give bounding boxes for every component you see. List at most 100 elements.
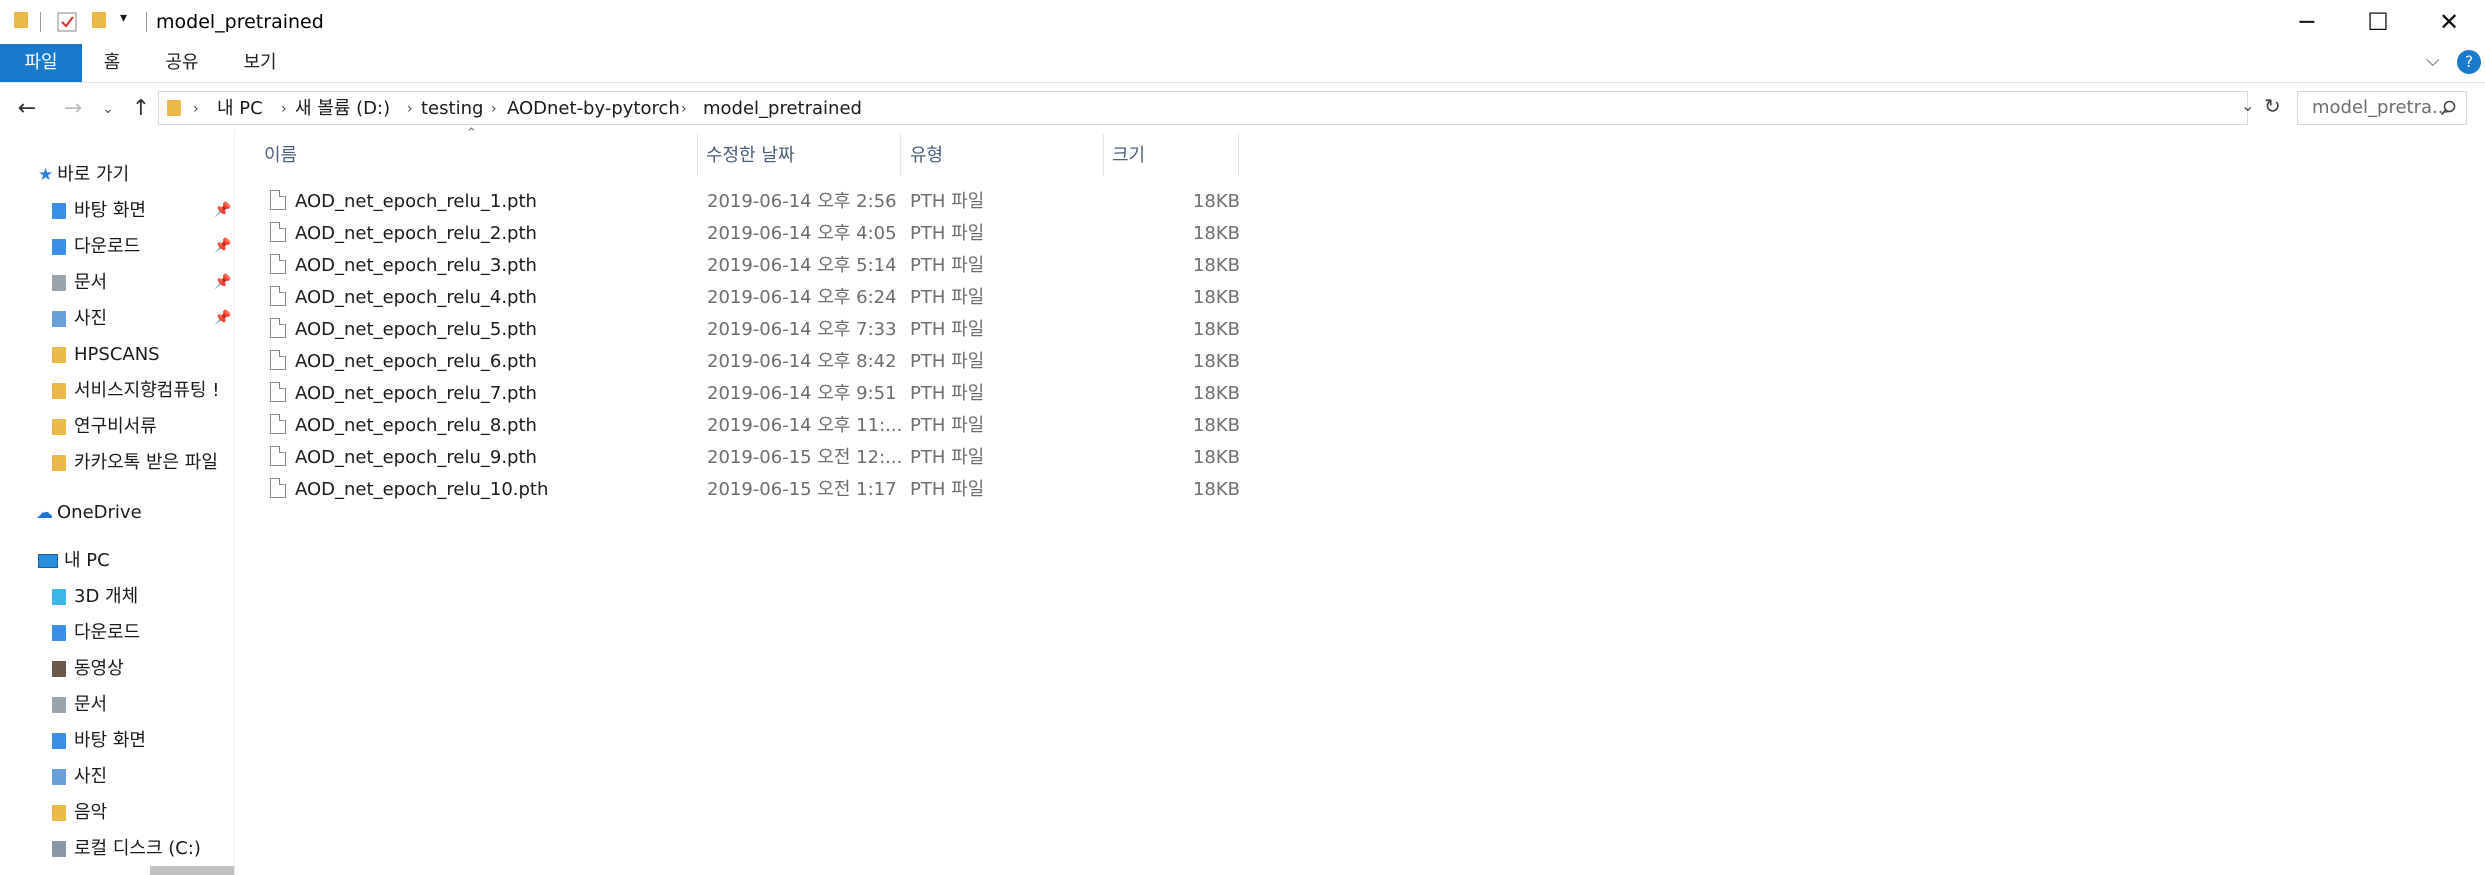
file-row[interactable]: AOD_net_epoch_relu_7.pth 2019-06-14 오후 9:… xyxy=(260,378,1240,410)
folder-icon xyxy=(52,625,66,641)
sidebar-item-pc[interactable]: 다운로드 xyxy=(52,616,140,650)
sidebar-scrollbar[interactable] xyxy=(150,866,234,875)
back-button[interactable]: ← xyxy=(12,88,42,130)
search-box[interactable]: model_pretra... xyxy=(2297,91,2467,125)
breadcrumb-this-pc[interactable]: 내 PC xyxy=(217,92,263,126)
tab-file[interactable]: 파일 xyxy=(0,44,82,82)
sidebar-item-quick[interactable]: 바탕 화면 xyxy=(52,194,146,228)
sidebar-item-pc[interactable]: 문서 xyxy=(52,688,107,722)
maximize-button[interactable]: ☐ xyxy=(2343,0,2413,44)
properties-icon[interactable] xyxy=(57,12,77,32)
address-history-icon[interactable]: ⌄ xyxy=(2241,96,2254,115)
breadcrumb-separator[interactable]: › xyxy=(407,92,413,126)
file-row[interactable]: AOD_net_epoch_relu_10.pth 2019-06-15 오전 1… xyxy=(260,474,1240,506)
recent-locations-icon[interactable]: ⌄ xyxy=(98,88,118,130)
sidebar-item-pc[interactable]: 바탕 화면 xyxy=(52,724,146,758)
sidebar-item-pc[interactable]: 3D 개체 xyxy=(52,580,138,614)
sidebar-item-quick[interactable]: 카카오톡 받은 파일 xyxy=(52,446,218,480)
file-row[interactable]: AOD_net_epoch_relu_2.pth 2019-06-14 오후 4:… xyxy=(260,218,1240,250)
column-header-name[interactable]: 이름 xyxy=(264,142,297,170)
address-bar[interactable]: › 내 PC › 새 볼륨 (D:) › testing › AODnet-by… xyxy=(158,91,2254,126)
star-icon: ★ xyxy=(38,165,54,185)
sidebar-item-quick-access[interactable]: ★ 바로 가기 xyxy=(38,158,129,192)
pin-icon[interactable]: 📌 xyxy=(214,202,231,218)
file-size: 18KB xyxy=(1192,351,1240,372)
pane-divider[interactable] xyxy=(234,130,235,875)
sidebar-item-pc[interactable]: 음악 xyxy=(52,796,107,830)
pin-icon[interactable]: 📌 xyxy=(214,274,231,290)
computer-icon xyxy=(38,554,58,568)
column-separator[interactable] xyxy=(1238,134,1239,176)
tab-share[interactable]: 공유 xyxy=(152,44,212,82)
breadcrumb-separator[interactable]: › xyxy=(193,92,199,126)
folder-icon xyxy=(52,383,66,399)
sidebar-item-pc[interactable]: 로컬 디스크 (C:) xyxy=(52,832,201,866)
sidebar-item-quick[interactable]: 서비스지향컴퓨팅 ! xyxy=(52,374,219,408)
file-row[interactable]: AOD_net_epoch_relu_9.pth 2019-06-15 오전 12… xyxy=(260,442,1240,474)
breadcrumb-separator[interactable]: › xyxy=(681,92,687,126)
sidebar-item-pc[interactable]: 사진 xyxy=(52,760,107,794)
sidebar-item-quick[interactable]: HPSCANS xyxy=(52,338,160,372)
column-header-type[interactable]: 유형 xyxy=(910,142,943,170)
breadcrumb-separator[interactable]: › xyxy=(281,92,287,126)
folder-icon xyxy=(52,589,66,605)
expand-ribbon-icon[interactable]: ⌵ xyxy=(2426,50,2440,71)
folder-icon xyxy=(52,733,66,749)
folder-icon xyxy=(52,203,66,219)
pin-icon[interactable]: 📌 xyxy=(214,310,231,326)
help-icon[interactable]: ? xyxy=(2457,50,2481,74)
new-folder-icon[interactable] xyxy=(92,12,106,28)
file-row[interactable]: AOD_net_epoch_relu_8.pth 2019-06-14 오후 11… xyxy=(260,410,1240,442)
sidebar-item-onedrive[interactable]: ☁ OneDrive xyxy=(36,496,142,530)
breadcrumb-aodnet[interactable]: AODnet-by-pytorch xyxy=(507,92,680,126)
tab-view[interactable]: 보기 xyxy=(230,44,290,82)
file-icon xyxy=(270,286,286,306)
breadcrumb-testing[interactable]: testing xyxy=(421,92,483,126)
column-header-date[interactable]: 수정한 날짜 xyxy=(706,142,795,170)
file-type: PTH 파일 xyxy=(910,415,985,436)
navigation-pane: ★ 바로 가기 바탕 화면 📌 다운로드 📌 문서 📌 사진 📌 HPSCANS 서비스지향컴퓨팅 … xyxy=(0,150,234,875)
navigation-bar: ← → ⌄ ↑ › 내 PC › 새 볼륨 (D:) › testing › A… xyxy=(0,88,2485,130)
pin-icon[interactable]: 📌 xyxy=(214,238,231,254)
file-name: AOD_net_epoch_relu_2.pth xyxy=(295,223,537,244)
forward-button[interactable]: → xyxy=(58,88,88,130)
sidebar-item-this-pc[interactable]: 내 PC xyxy=(38,544,110,578)
file-row[interactable]: AOD_net_epoch_relu_1.pth 2019-06-14 오후 2:… xyxy=(260,186,1240,218)
file-size: 18KB xyxy=(1192,287,1240,308)
minimize-button[interactable]: ─ xyxy=(2272,0,2342,44)
window-title: model_pretrained xyxy=(156,11,324,33)
search-icon[interactable] xyxy=(2440,100,2456,116)
close-button[interactable]: ✕ xyxy=(2414,0,2484,44)
sidebar-item-pc[interactable]: 동영상 xyxy=(52,652,124,686)
file-row[interactable]: AOD_net_epoch_relu_6.pth 2019-06-14 오후 8:… xyxy=(260,346,1240,378)
folder-icon xyxy=(14,12,28,28)
search-input[interactable]: model_pretra... xyxy=(2312,92,2449,124)
column-separator[interactable] xyxy=(900,134,901,176)
file-icon xyxy=(270,222,286,242)
folder-icon xyxy=(52,805,66,821)
file-type: PTH 파일 xyxy=(910,287,985,308)
sidebar-item-quick[interactable]: 연구비서류 xyxy=(52,410,157,444)
column-separator[interactable] xyxy=(1103,134,1104,176)
file-size: 18KB xyxy=(1192,191,1240,212)
sidebar-item-quick[interactable]: 다운로드 xyxy=(52,230,140,264)
breadcrumb-volume-d[interactable]: 새 볼륨 (D:) xyxy=(295,92,390,126)
column-separator[interactable] xyxy=(697,134,698,176)
quick-access-dropdown-icon[interactable]: ▾ xyxy=(120,10,127,26)
breadcrumb-model-pretrained[interactable]: model_pretrained xyxy=(703,92,862,126)
up-button[interactable]: ↑ xyxy=(126,88,156,130)
column-header-size[interactable]: 크기 xyxy=(1112,142,1145,170)
folder-icon xyxy=(52,311,66,327)
breadcrumb-separator[interactable]: › xyxy=(491,92,497,126)
folder-icon xyxy=(52,239,66,255)
sidebar-item-quick[interactable]: 문서 xyxy=(52,266,107,300)
file-row[interactable]: AOD_net_epoch_relu_3.pth 2019-06-14 오후 5:… xyxy=(260,250,1240,282)
file-row[interactable]: AOD_net_epoch_relu_4.pth 2019-06-14 오후 6:… xyxy=(260,282,1240,314)
sidebar-item-label: 로컬 디스크 (C:) xyxy=(74,838,201,859)
sidebar-item-quick[interactable]: 사진 xyxy=(52,302,107,336)
tab-home[interactable]: 홈 xyxy=(92,44,132,82)
sidebar-item-label: 다운로드 xyxy=(74,622,141,643)
folder-icon xyxy=(52,275,66,291)
file-row[interactable]: AOD_net_epoch_relu_5.pth 2019-06-14 오후 7:… xyxy=(260,314,1240,346)
refresh-icon[interactable]: ↻ xyxy=(2264,94,2281,118)
